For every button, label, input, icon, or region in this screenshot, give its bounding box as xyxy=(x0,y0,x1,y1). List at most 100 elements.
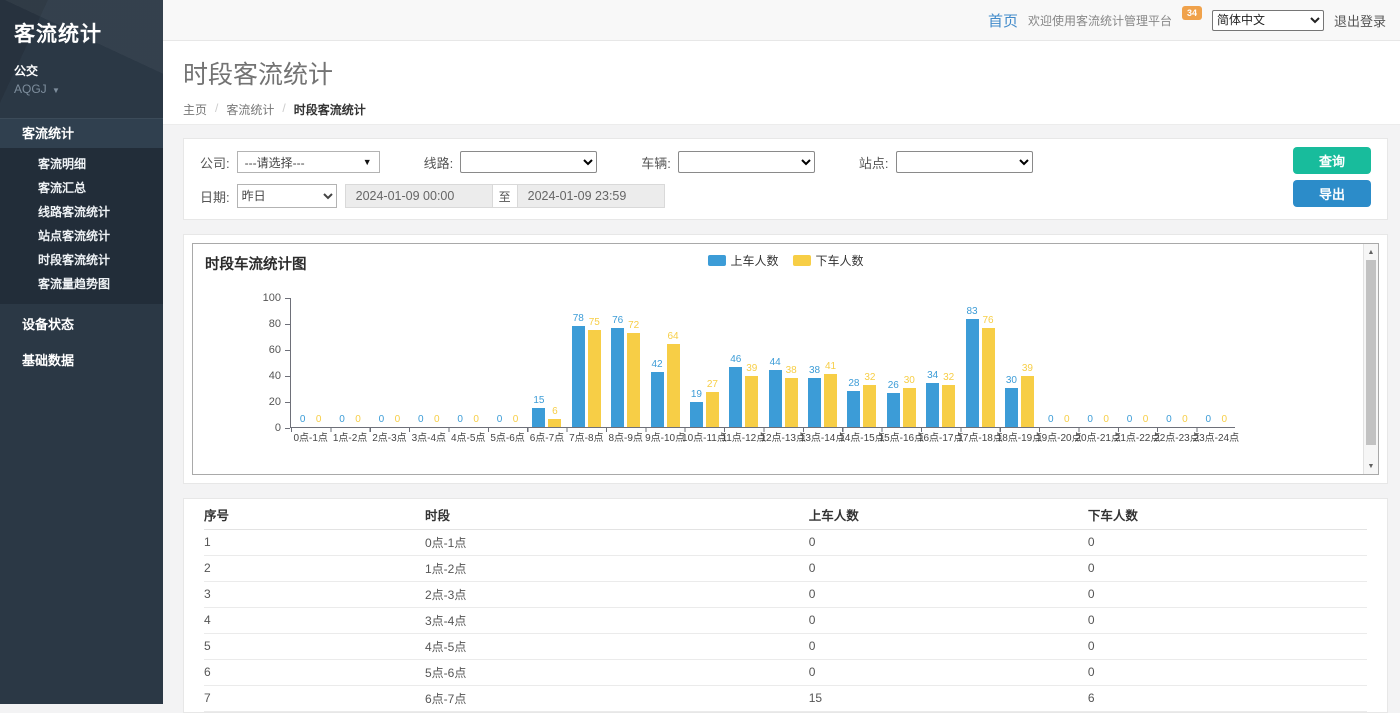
bar-group: 00 xyxy=(409,298,448,427)
bar-value-label: 0 xyxy=(434,415,440,425)
sidebar-item-period-stats[interactable]: 时段客流统计 xyxy=(0,248,163,272)
bar-alighting: 64 xyxy=(667,298,680,427)
bar-value-label: 0 xyxy=(1182,415,1188,425)
org-code-dropdown[interactable]: AQGJ ▼ xyxy=(14,82,149,96)
date-preset-select[interactable]: 昨日 xyxy=(237,184,337,208)
bar-alighting: 0 xyxy=(430,298,443,427)
sidebar-item-passenger-stats[interactable]: 客流统计 xyxy=(0,118,163,148)
bar-alighting: 0 xyxy=(1139,298,1152,427)
bar-value-label: 0 xyxy=(1103,415,1109,425)
bar-group: 3432 xyxy=(921,298,960,427)
bar-alighting: 0 xyxy=(1060,298,1073,427)
scrollbar-up-icon[interactable]: ▲ xyxy=(1364,245,1378,259)
bar xyxy=(942,385,955,427)
bar-value-label: 42 xyxy=(652,360,663,370)
bar-alighting: 75 xyxy=(588,298,601,427)
bar xyxy=(966,319,979,427)
query-button[interactable]: 查询 xyxy=(1293,147,1371,174)
breadcrumb-home[interactable]: 主页 xyxy=(183,101,207,118)
bar-alighting: 27 xyxy=(706,298,719,427)
sidebar-item-passenger-summary[interactable]: 客流汇总 xyxy=(0,176,163,200)
bar-boarding: 28 xyxy=(847,298,860,427)
table-cell: 3点-4点 xyxy=(425,607,809,633)
table-cell: 2点-3点 xyxy=(425,581,809,607)
company-filter: 公司: ---请选择--- ▼ xyxy=(200,151,380,173)
bar-value-label: 39 xyxy=(1022,364,1033,374)
x-axis-label: 3点-4点 xyxy=(409,433,448,445)
y-axis-tick-label: 0 xyxy=(245,423,281,434)
export-button[interactable]: 导出 xyxy=(1293,180,1371,207)
bar xyxy=(651,372,664,427)
sidebar-item-passenger-detail[interactable]: 客流明细 xyxy=(0,152,163,176)
title-bar: 时段客流统计 主页 / 客流统计 / 时段客流统计 xyxy=(163,41,1400,125)
bar-alighting: 0 xyxy=(509,298,522,427)
table-cell: 0 xyxy=(1088,659,1367,685)
sidebar-item-line-stats[interactable]: 线路客流统计 xyxy=(0,200,163,224)
main-content: 公司: ---请选择--- ▼ 线路: 车辆: 站点: 日期: xyxy=(163,125,1400,704)
scrollbar-thumb[interactable] xyxy=(1366,260,1376,445)
bar-group: 00 xyxy=(488,298,527,427)
bar-value-label: 0 xyxy=(1143,415,1149,425)
x-axis-label: 17点-18点 xyxy=(960,433,999,445)
line-select[interactable] xyxy=(460,151,597,173)
caret-down-icon: ▼ xyxy=(52,86,60,95)
x-axis-label: 14点-15点 xyxy=(842,433,881,445)
vehicle-select[interactable] xyxy=(678,151,815,173)
bar-boarding: 0 xyxy=(336,298,349,427)
bar-boarding: 15 xyxy=(532,298,545,427)
station-select[interactable] xyxy=(896,151,1033,173)
bar-boarding: 0 xyxy=(1202,298,1215,427)
legend-item[interactable]: 下车人数 xyxy=(793,252,864,269)
bar-value-label: 76 xyxy=(983,316,994,326)
bar-alighting: 0 xyxy=(352,298,365,427)
bar-boarding: 46 xyxy=(729,298,742,427)
bar-alighting: 0 xyxy=(391,298,404,427)
bar-value-label: 32 xyxy=(943,373,954,383)
filter-panel: 公司: ---请选择--- ▼ 线路: 车辆: 站点: 日期: xyxy=(183,138,1388,220)
bar-group: 00 xyxy=(1079,298,1118,427)
bar-series: 0000000000001567875767242641927463944383… xyxy=(291,298,1235,427)
x-axis-label: 16点-17点 xyxy=(921,433,960,445)
bar-alighting: 39 xyxy=(745,298,758,427)
x-axis-label-text: 1点-2点 xyxy=(333,433,367,445)
bar xyxy=(690,402,703,427)
date-start-input[interactable]: 2024-01-09 00:00 xyxy=(345,184,493,208)
bar-value-label: 6 xyxy=(552,407,558,417)
bar-value-label: 0 xyxy=(355,415,361,425)
bar-value-label: 0 xyxy=(457,415,463,425)
sidebar-item-station-stats[interactable]: 站点客流统计 xyxy=(0,224,163,248)
bar xyxy=(1021,376,1034,427)
table-row: 54点-5点00 xyxy=(204,633,1367,659)
table-cell: 0 xyxy=(1088,555,1367,581)
bar-value-label: 27 xyxy=(707,380,718,390)
bar-group: 00 xyxy=(1118,298,1157,427)
bar-boarding: 30 xyxy=(1005,298,1018,427)
breadcrumb-separator: / xyxy=(215,101,218,118)
legend-item[interactable]: 上车人数 xyxy=(707,252,778,269)
table-row: 43点-4点00 xyxy=(204,607,1367,633)
home-link[interactable]: 首页 xyxy=(988,10,1018,31)
x-axis-label-text: 5点-6点 xyxy=(490,433,524,445)
table-row: 76点-7点156 xyxy=(204,685,1367,711)
date-range-separator: 至 xyxy=(493,184,517,208)
x-axis-label: 8点-9点 xyxy=(606,433,645,445)
table-panel: 序号 时段 上车人数 下车人数 10点-1点0021点-2点0032点-3点00… xyxy=(183,498,1388,713)
bar-value-label: 0 xyxy=(1127,415,1133,425)
sidebar-item-base-data[interactable]: 基础数据 xyxy=(0,346,163,376)
sidebar-item-trend-chart[interactable]: 客流量趋势图 xyxy=(0,272,163,296)
logout-link[interactable]: 退出登录 xyxy=(1334,11,1386,30)
scrollbar-down-icon[interactable]: ▼ xyxy=(1364,459,1378,473)
bar-group: 00 xyxy=(370,298,409,427)
bar xyxy=(982,328,995,427)
sidebar-item-device-status[interactable]: 设备状态 xyxy=(0,310,163,340)
company-select[interactable]: ---请选择--- ▼ xyxy=(237,151,380,173)
bar-value-label: 0 xyxy=(473,415,479,425)
chart-legend: 上车人数下车人数 xyxy=(707,252,863,269)
language-select[interactable]: 简体中文 xyxy=(1212,10,1324,31)
line-filter: 线路: xyxy=(424,151,598,173)
bar-value-label: 26 xyxy=(888,381,899,391)
breadcrumb-passenger-stats[interactable]: 客流统计 xyxy=(226,101,274,118)
bar-boarding: 44 xyxy=(769,298,782,427)
date-end-input[interactable]: 2024-01-09 23:59 xyxy=(517,184,665,208)
y-axis-tick-mark xyxy=(285,298,290,299)
